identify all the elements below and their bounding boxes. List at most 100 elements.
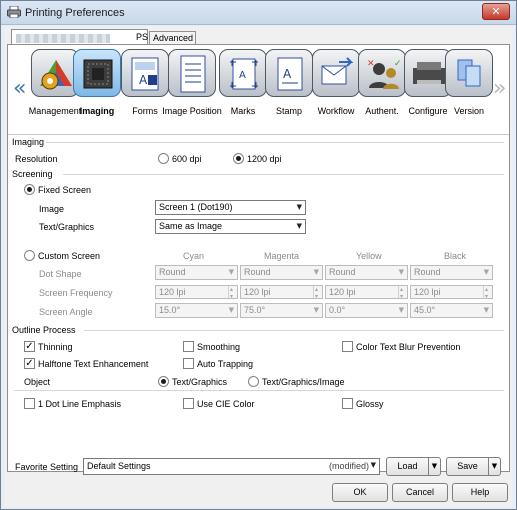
version-icon	[445, 49, 493, 97]
angle-yellow[interactable]: 0.0°	[325, 303, 408, 318]
printer-icon	[7, 6, 21, 18]
redacted-printer-name	[16, 34, 110, 43]
object-text-graphics-image-label: Text/Graphics/Image	[262, 377, 345, 387]
image-position-icon	[168, 49, 216, 97]
auto-trapping-checkbox[interactable]	[183, 358, 194, 369]
tab-panel: « » Management Imaging A Forms Image Pos…	[7, 44, 510, 472]
dialog-content: PS Advanced « » Management Imaging A For…	[5, 27, 512, 507]
save-dropdown-icon[interactable]: ▼	[488, 457, 501, 476]
title-bar[interactable]: Printing Preferences ✕	[1, 1, 516, 25]
color-text-blur-checkbox[interactable]	[342, 341, 353, 352]
frequency-value: 120 lpi	[329, 287, 356, 297]
custom-screen-label: Custom Screen	[38, 251, 101, 261]
tab-ps-label: PS	[136, 32, 149, 42]
frequency-value: 120 lpi	[159, 287, 186, 297]
radio-object-text-graphics[interactable]	[158, 376, 169, 387]
frequency-magenta[interactable]: 120 lpi	[240, 284, 323, 303]
frequency-value: 120 lpi	[244, 287, 271, 297]
divider	[14, 390, 504, 391]
radio-object-text-graphics-image[interactable]	[248, 376, 259, 387]
radio-fixed-screen[interactable]	[24, 184, 35, 195]
cancel-button[interactable]: Cancel	[392, 483, 448, 502]
imaging-section-title: Imaging	[12, 137, 45, 147]
svg-text:✕: ✕	[367, 59, 375, 69]
tool-version[interactable]: Version	[439, 49, 499, 133]
image-screen-select[interactable]: Screen 1 (Dot190)	[155, 200, 306, 215]
dot-shape-yellow[interactable]: Round	[325, 265, 408, 280]
svg-text:A: A	[283, 67, 292, 81]
image-label: Image	[39, 204, 65, 214]
load-dropdown-icon[interactable]: ▼	[428, 457, 441, 476]
window-title: Printing Preferences	[25, 7, 125, 19]
tool-label: Version	[453, 106, 485, 116]
ok-button[interactable]: OK	[332, 483, 388, 502]
angle-magenta[interactable]: 75.0°	[240, 303, 323, 318]
dot-shape-cyan[interactable]: Round	[155, 265, 238, 280]
radio-1200dpi[interactable]	[233, 153, 244, 164]
close-button[interactable]: ✕	[482, 3, 510, 20]
favorite-setting-label: Favorite Setting	[15, 462, 79, 472]
thinning-label: Thinning	[38, 342, 73, 352]
dot-shape-label: Dot Shape	[39, 269, 82, 279]
tab-advanced[interactable]: Advanced	[149, 31, 196, 44]
fixed-screen-label: Fixed Screen	[38, 185, 92, 195]
text-graphics-select[interactable]: Same as Image	[155, 219, 306, 234]
thinning-checkbox[interactable]: ✓	[24, 341, 35, 352]
screen-frequency-label: Screen Frequency	[39, 288, 113, 298]
glossy-label: Glossy	[356, 399, 384, 409]
favorite-setting-value: Default Settings	[87, 461, 151, 471]
spinner-icon[interactable]	[228, 284, 237, 303]
modified-status: (modified)	[329, 461, 370, 471]
dot-line-emphasis-label: 1 Dot Line Emphasis	[38, 399, 122, 409]
screening-section-title: Screening	[12, 169, 53, 179]
dot-shape-magenta[interactable]: Round	[240, 265, 323, 280]
auto-trapping-label: Auto Trapping	[197, 359, 254, 369]
imaging-icon	[73, 49, 121, 97]
halftone-text-checkbox[interactable]: ✓	[24, 358, 35, 369]
cie-color-checkbox[interactable]	[183, 398, 194, 409]
halftone-text-label: Halftone Text Enhancement	[38, 359, 149, 369]
outline-section-title: Outline Process	[12, 325, 76, 335]
cie-color-label: Use CIE Color	[197, 399, 255, 409]
dot-line-emphasis-checkbox[interactable]	[24, 398, 35, 409]
column-black: Black	[444, 251, 467, 261]
radio-1200dpi-label: 1200 dpi	[247, 154, 282, 164]
svg-text:A: A	[239, 70, 246, 81]
divider	[46, 142, 504, 143]
column-yellow: Yellow	[356, 251, 382, 261]
column-magenta: Magenta	[264, 251, 300, 261]
function-toolbar: « » Management Imaging A Forms Image Pos…	[8, 45, 509, 135]
divider	[63, 174, 504, 175]
printing-preferences-window: Printing Preferences ✕ PS Advanced « » M…	[0, 0, 517, 510]
frequency-black[interactable]: 120 lpi	[410, 284, 493, 303]
divider	[84, 330, 504, 331]
spinner-icon[interactable]	[483, 284, 492, 303]
frequency-cyan[interactable]: 120 lpi	[155, 284, 238, 303]
object-text-graphics-label: Text/Graphics	[172, 377, 228, 387]
load-button[interactable]: Load	[386, 457, 429, 476]
tab-ps[interactable]: PS	[11, 29, 148, 44]
radio-600dpi-label: 600 dpi	[172, 154, 202, 164]
spinner-icon[interactable]	[313, 284, 322, 303]
angle-black[interactable]: 45.0°	[410, 303, 493, 318]
svg-text:A: A	[139, 73, 148, 87]
smoothing-label: Smoothing	[197, 342, 241, 352]
text-graphics-label: Text/Graphics	[39, 222, 95, 232]
glossy-checkbox[interactable]	[342, 398, 353, 409]
radio-custom-screen[interactable]	[24, 250, 35, 261]
frequency-yellow[interactable]: 120 lpi	[325, 284, 408, 303]
save-button[interactable]: Save	[446, 457, 489, 476]
smoothing-checkbox[interactable]	[183, 341, 194, 352]
color-text-blur-label: Color Text Blur Prevention	[356, 342, 461, 352]
favorite-setting-select[interactable]: Default Settings (modified)	[83, 458, 380, 475]
resolution-label: Resolution	[15, 154, 58, 164]
column-cyan: Cyan	[183, 251, 205, 261]
frequency-value: 120 lpi	[414, 287, 441, 297]
radio-600dpi[interactable]	[158, 153, 169, 164]
dot-shape-black[interactable]: Round	[410, 265, 493, 280]
object-label: Object	[24, 377, 51, 387]
screen-angle-label: Screen Angle	[39, 307, 93, 317]
angle-cyan[interactable]: 15.0°	[155, 303, 238, 318]
help-button[interactable]: Help	[452, 483, 508, 502]
spinner-icon[interactable]	[398, 284, 407, 303]
